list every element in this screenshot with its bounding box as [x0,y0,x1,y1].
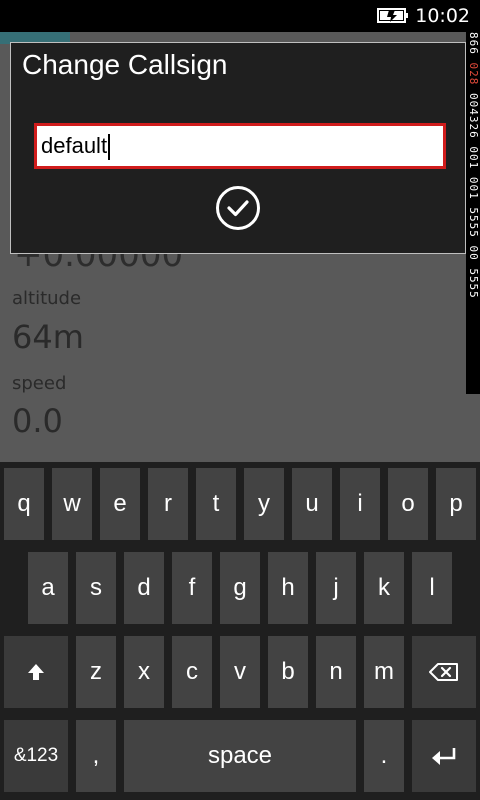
key-c[interactable]: c [172,636,212,708]
clock: 10:02 [415,5,470,27]
shift-key[interactable] [4,636,68,708]
on-screen-keyboard: q w e r t y u i o p a s d f g h j k l z … [0,462,480,800]
callsign-input-value: default [41,133,108,158]
key-t[interactable]: t [196,468,236,540]
backspace-icon [429,663,458,681]
key-f[interactable]: f [172,552,212,624]
side-ticker: 866 028 004326 001 001 5555 00 5555 [466,32,480,394]
key-p[interactable]: p [436,468,476,540]
confirm-button[interactable] [216,186,260,230]
symbols-key[interactable]: &123 [4,720,68,792]
key-x[interactable]: x [124,636,164,708]
key-z[interactable]: z [76,636,116,708]
key-e[interactable]: e [100,468,140,540]
key-m[interactable]: m [364,636,404,708]
enter-key[interactable] [412,720,476,792]
key-w[interactable]: w [52,468,92,540]
key-j[interactable]: j [316,552,356,624]
key-i[interactable]: i [340,468,380,540]
period-key[interactable]: . [364,720,404,792]
key-r[interactable]: r [148,468,188,540]
key-o[interactable]: o [388,468,428,540]
altitude-label: altitude [12,288,82,309]
key-s[interactable]: s [76,552,116,624]
space-key[interactable]: space [124,720,356,792]
ticker-text-end: 004326 001 001 5555 00 5555 [467,85,480,299]
dialog-title: Change Callsign [22,49,228,80]
key-h[interactable]: h [268,552,308,624]
shift-arrow-icon [28,664,44,680]
key-g[interactable]: g [220,552,260,624]
key-n[interactable]: n [316,636,356,708]
key-a[interactable]: a [28,552,68,624]
callsign-input[interactable]: default [34,123,446,169]
ticker-text-highlight: 028 [467,62,480,86]
status-bar: 10:02 [0,0,480,32]
backspace-key[interactable] [412,636,476,708]
key-v[interactable]: v [220,636,260,708]
speed-value: 0.0 [12,402,63,440]
battery-charging-icon [377,8,408,23]
key-q[interactable]: q [4,468,44,540]
key-y[interactable]: y [244,468,284,540]
text-caret [108,134,111,161]
key-b[interactable]: b [268,636,308,708]
speed-label: speed [12,373,67,394]
enter-icon [432,748,456,765]
ticker-text-start: 866 [467,32,480,63]
change-callsign-dialog: Change Callsign default [10,42,466,254]
altitude-value: 64m [12,318,84,356]
key-u[interactable]: u [292,468,332,540]
comma-key[interactable]: , [76,720,116,792]
key-l[interactable]: l [412,552,452,624]
key-k[interactable]: k [364,552,404,624]
key-d[interactable]: d [124,552,164,624]
checkmark-icon [227,200,249,217]
